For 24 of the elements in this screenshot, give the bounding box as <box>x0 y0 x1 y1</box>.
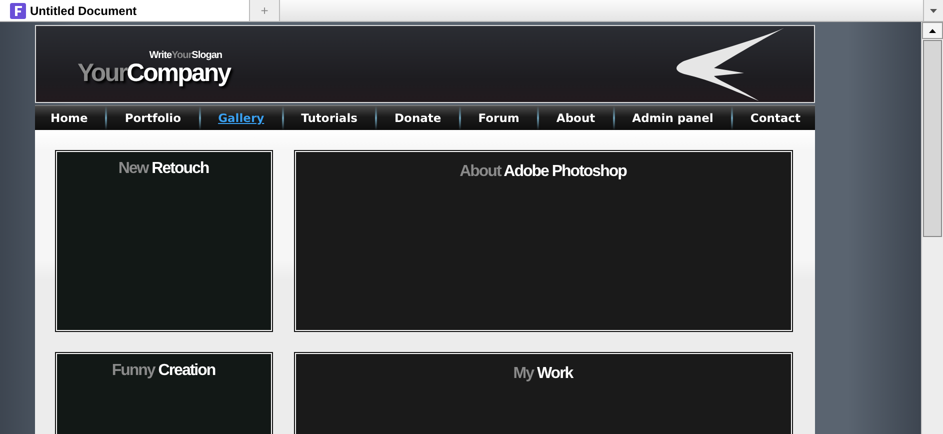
app-icon <box>10 2 26 18</box>
nav-link[interactable]: Portfolio <box>118 111 188 125</box>
nav-link[interactable]: Forum <box>472 111 526 125</box>
caret-icon <box>930 8 937 12</box>
nav-link[interactable]: Home <box>44 111 94 125</box>
logo-text: YourCompany <box>78 61 230 86</box>
nav-link[interactable]: Tutorials <box>295 111 364 125</box>
dropdown-button[interactable] <box>923 0 943 21</box>
nav-link[interactable]: Gallery <box>212 111 270 125</box>
nav-link[interactable]: Admin panel <box>626 111 720 125</box>
browser-tab[interactable]: Untitled Document <box>0 0 250 21</box>
tab-title: Untitled Document <box>30 4 137 18</box>
scroll-up-button[interactable] <box>922 22 943 39</box>
panel-title: Funny Creation <box>112 362 216 381</box>
panel-title: New Retouch <box>118 160 209 179</box>
scroll-thumb[interactable] <box>923 40 942 237</box>
panel-title: About Adobe Photoshop <box>460 163 626 182</box>
slogan: WriteYourSlogan <box>149 50 222 61</box>
panel-title: My Work <box>513 365 573 384</box>
scrollbar[interactable] <box>921 22 943 434</box>
nav-link[interactable]: Donate <box>388 111 448 125</box>
caret-icon <box>929 28 936 32</box>
nav-link[interactable]: Contact <box>744 111 806 125</box>
nav-link[interactable]: About <box>550 111 602 125</box>
